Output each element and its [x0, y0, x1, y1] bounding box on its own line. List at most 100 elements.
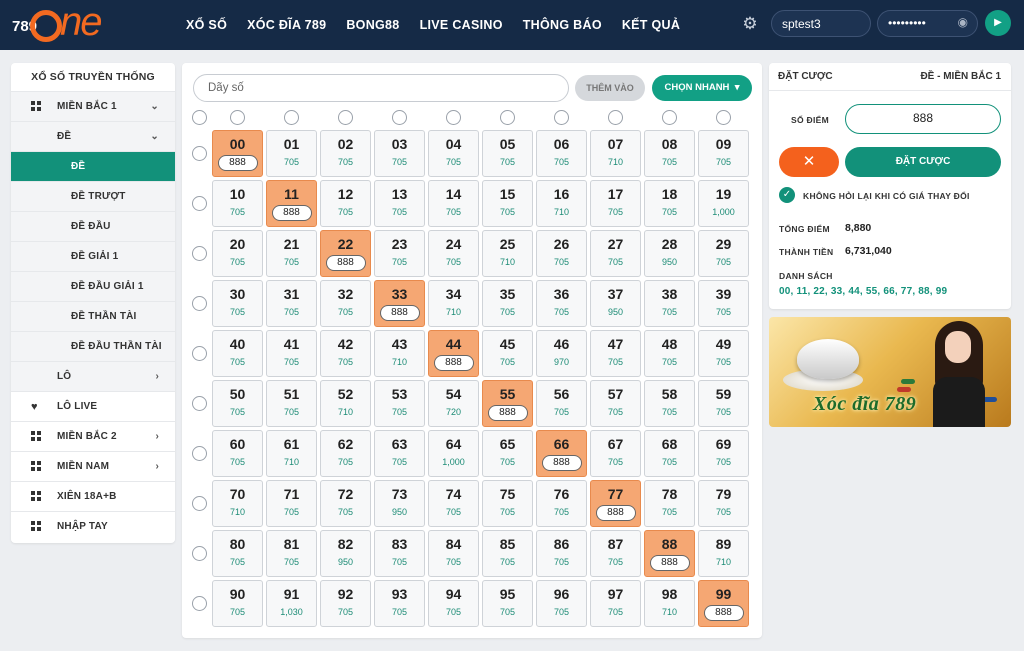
nav-bong88[interactable]: BONG88: [346, 18, 399, 32]
number-cell[interactable]: 92 705: [320, 580, 371, 627]
nav-live-casino[interactable]: LIVE CASINO: [420, 18, 503, 32]
number-cell[interactable]: 93 705: [374, 580, 425, 627]
number-cell[interactable]: 02 705: [320, 130, 371, 177]
sidebar-item-nhap-tay[interactable]: NHẬP TAY: [11, 511, 175, 541]
sidebar-item-de[interactable]: ĐỀ: [11, 151, 175, 181]
number-cell[interactable]: 05 705: [482, 130, 533, 177]
column-select-radio[interactable]: [446, 110, 461, 125]
row-select-radio[interactable]: [192, 496, 207, 511]
sidebar-item-mien-bac-1[interactable]: MIỀN BẮC 1 ⌄: [11, 91, 175, 121]
add-button[interactable]: THÊM VÀO: [575, 75, 645, 101]
number-cell[interactable]: 99 888: [698, 580, 749, 627]
no-ask-checkbox[interactable]: ✓: [779, 187, 795, 203]
settings-icon[interactable]: ⚙: [740, 14, 760, 34]
number-cell[interactable]: 26 705: [536, 230, 587, 277]
number-cell[interactable]: 20 705: [212, 230, 263, 277]
number-cell[interactable]: 90 705: [212, 580, 263, 627]
number-cell[interactable]: 48 705: [644, 330, 695, 377]
points-input[interactable]: 888: [845, 104, 1001, 134]
sidebar-item-de-group[interactable]: ĐỀ ⌄: [11, 121, 175, 151]
sidebar-item-de-dau-giai-1[interactable]: ĐỀ ĐẦU GIẢI 1: [11, 271, 175, 301]
number-cell[interactable]: 73 950: [374, 480, 425, 527]
number-cell[interactable]: 78 705: [644, 480, 695, 527]
number-cell[interactable]: 09 705: [698, 130, 749, 177]
number-cell[interactable]: 34 710: [428, 280, 479, 327]
number-cell[interactable]: 43 710: [374, 330, 425, 377]
cancel-button[interactable]: ✕: [779, 147, 839, 177]
number-cell[interactable]: 82 950: [320, 530, 371, 577]
sidebar-item-de-giai-1[interactable]: ĐỀ GIẢI 1: [11, 241, 175, 271]
number-cell[interactable]: 75 705: [482, 480, 533, 527]
username-input[interactable]: sptest3: [771, 10, 871, 37]
number-cell[interactable]: 45 705: [482, 330, 533, 377]
number-cell[interactable]: 49 705: [698, 330, 749, 377]
row-select-radio[interactable]: [192, 246, 207, 261]
number-cell[interactable]: 47 705: [590, 330, 641, 377]
column-select-radio[interactable]: [284, 110, 299, 125]
sidebar-item-lo[interactable]: LÔ ›: [11, 361, 175, 391]
column-select-radio[interactable]: [608, 110, 623, 125]
number-cell[interactable]: 14 705: [428, 180, 479, 227]
number-cell[interactable]: 91 1,030: [266, 580, 317, 627]
number-cell[interactable]: 21 705: [266, 230, 317, 277]
number-cell[interactable]: 15 705: [482, 180, 533, 227]
nav-xoc-dia[interactable]: XÓC ĐĨA 789: [247, 18, 326, 32]
number-cell[interactable]: 76 705: [536, 480, 587, 527]
number-cell[interactable]: 89 710: [698, 530, 749, 577]
number-cell[interactable]: 50 705: [212, 380, 263, 427]
number-cell[interactable]: 68 705: [644, 430, 695, 477]
number-cell[interactable]: 83 705: [374, 530, 425, 577]
number-cell[interactable]: 41 705: [266, 330, 317, 377]
sidebar-item-xien[interactable]: XIÊN 18A+B: [11, 481, 175, 511]
row-select-radio[interactable]: [192, 346, 207, 361]
sidebar-item-de-dau[interactable]: ĐỀ ĐẦU: [11, 211, 175, 241]
number-cell[interactable]: 77 888: [590, 480, 641, 527]
number-cell[interactable]: 79 705: [698, 480, 749, 527]
number-cell[interactable]: 71 705: [266, 480, 317, 527]
number-cell[interactable]: 86 705: [536, 530, 587, 577]
row-select-radio[interactable]: [192, 596, 207, 611]
number-cell[interactable]: 16 710: [536, 180, 587, 227]
nav-ket-qua[interactable]: KẾT QUẢ: [622, 18, 680, 32]
number-cell[interactable]: 37 950: [590, 280, 641, 327]
column-select-radio[interactable]: [230, 110, 245, 125]
sidebar-item-mien-bac-2[interactable]: MIỀN BẮC 2 ›: [11, 421, 175, 451]
number-cell[interactable]: 40 705: [212, 330, 263, 377]
number-cell[interactable]: 31 705: [266, 280, 317, 327]
number-cell[interactable]: 94 705: [428, 580, 479, 627]
number-cell[interactable]: 53 705: [374, 380, 425, 427]
number-cell[interactable]: 81 705: [266, 530, 317, 577]
number-cell[interactable]: 04 705: [428, 130, 479, 177]
number-cell[interactable]: 87 705: [590, 530, 641, 577]
column-select-radio[interactable]: [716, 110, 731, 125]
row-select-radio[interactable]: [192, 196, 207, 211]
sidebar-item-mien-nam[interactable]: MIỀN NAM ›: [11, 451, 175, 481]
number-cell[interactable]: 61 710: [266, 430, 317, 477]
sidebar-item-de-truot[interactable]: ĐỀ TRƯỢT: [11, 181, 175, 211]
place-bet-button[interactable]: ĐẶT CƯỢC: [845, 147, 1001, 177]
number-cell[interactable]: 51 705: [266, 380, 317, 427]
column-select-radio[interactable]: [392, 110, 407, 125]
sidebar-item-de-than-tai[interactable]: ĐỀ THẦN TÀI: [11, 301, 175, 331]
column-select-radio[interactable]: [338, 110, 353, 125]
sidebar-item-lo-live[interactable]: ♥ LÔ LIVE: [11, 391, 175, 421]
number-cell[interactable]: 42 705: [320, 330, 371, 377]
number-cell[interactable]: 33 888: [374, 280, 425, 327]
number-cell[interactable]: 35 705: [482, 280, 533, 327]
number-cell[interactable]: 88 888: [644, 530, 695, 577]
number-cell[interactable]: 01 705: [266, 130, 317, 177]
number-cell[interactable]: 17 705: [590, 180, 641, 227]
row-select-radio[interactable]: [192, 546, 207, 561]
eye-slash-icon[interactable]: ◉: [958, 15, 968, 29]
number-cell[interactable]: 85 705: [482, 530, 533, 577]
number-cell[interactable]: 54 720: [428, 380, 479, 427]
number-cell[interactable]: 18 705: [644, 180, 695, 227]
number-cell[interactable]: 97 705: [590, 580, 641, 627]
number-cell[interactable]: 11 888: [266, 180, 317, 227]
quick-select-button[interactable]: CHỌN NHANH ▾: [652, 75, 752, 101]
number-cell[interactable]: 67 705: [590, 430, 641, 477]
number-cell[interactable]: 36 705: [536, 280, 587, 327]
column-select-radio[interactable]: [662, 110, 677, 125]
number-cell[interactable]: 03 705: [374, 130, 425, 177]
number-cell[interactable]: 63 705: [374, 430, 425, 477]
